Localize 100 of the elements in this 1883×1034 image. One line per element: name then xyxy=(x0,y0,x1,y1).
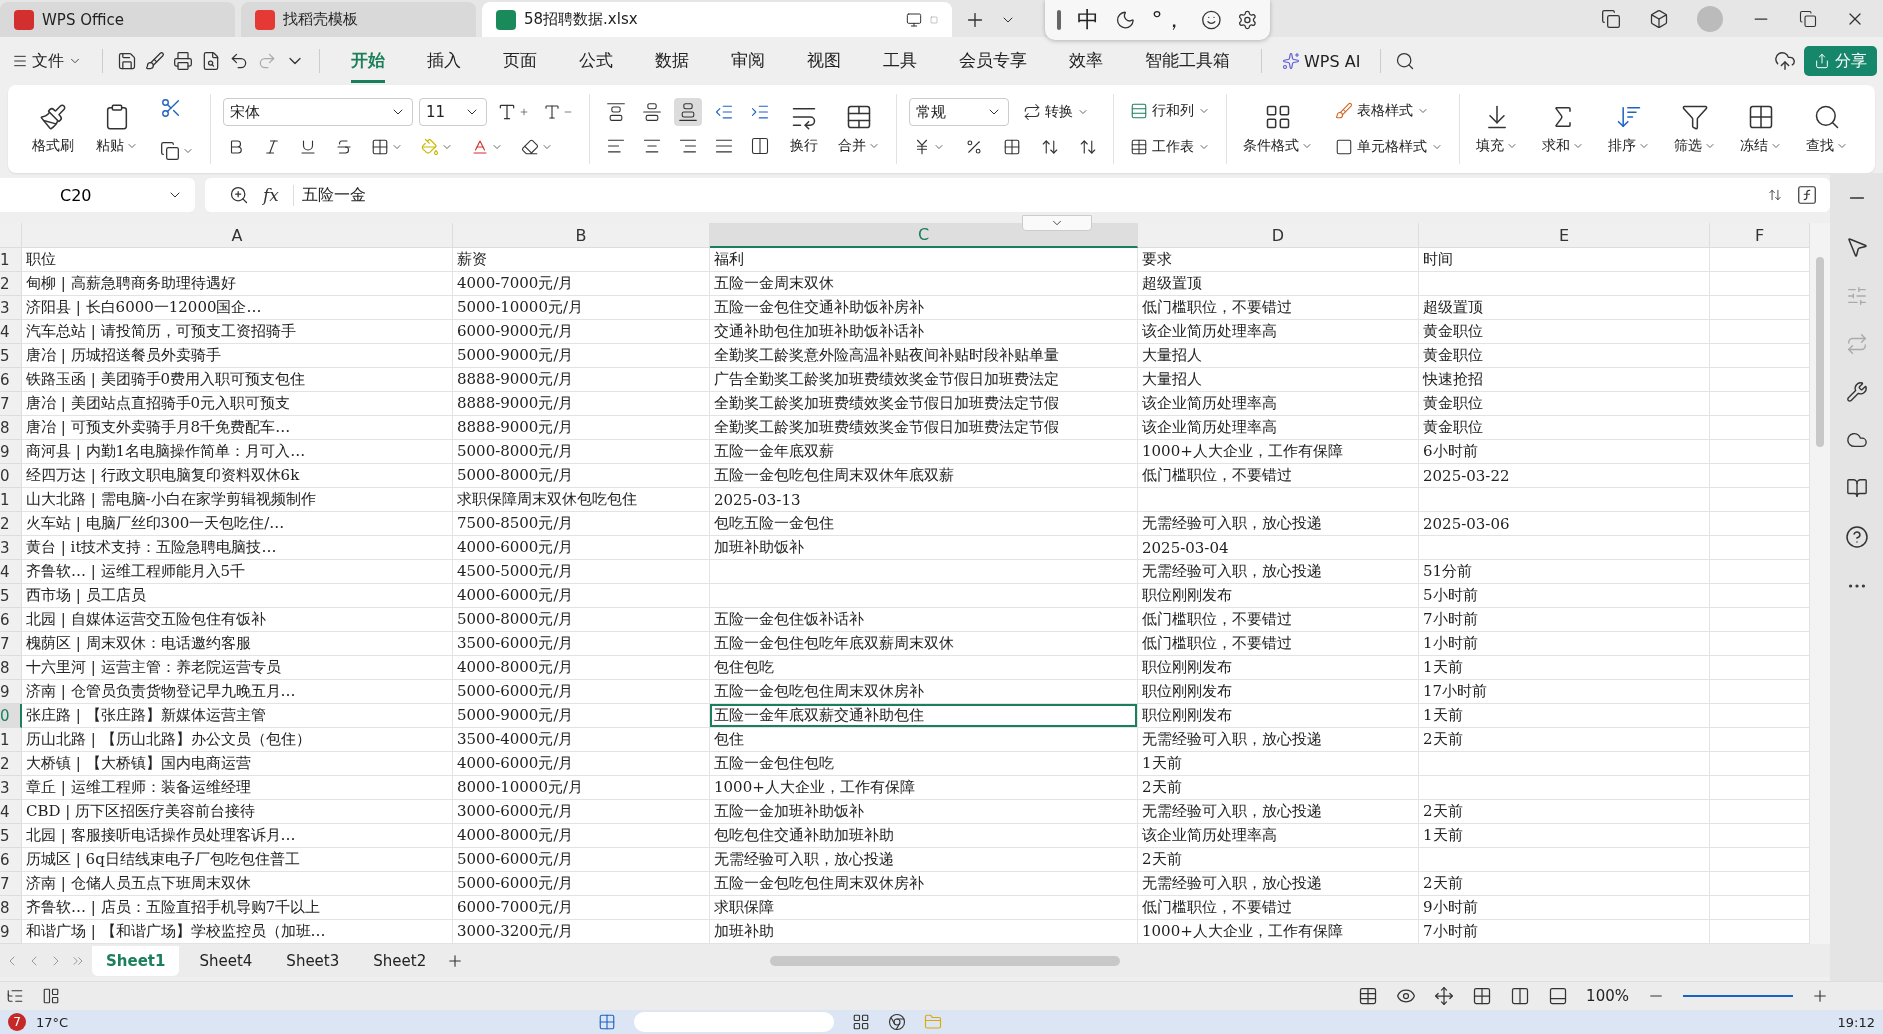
sheet-tab[interactable]: Sheet3 xyxy=(272,945,354,976)
column-header[interactable]: A xyxy=(22,223,453,248)
table-cell[interactable]: 5000-8000元/月 xyxy=(453,464,710,488)
freeze-button[interactable]: 冻结 xyxy=(1736,101,1786,157)
table-cell[interactable]: 无需经验可入职，放心投递 xyxy=(1138,728,1419,752)
table-cell[interactable]: 五险一金包吃包住周末双休房补 xyxy=(710,680,1138,704)
normal-view-icon[interactable] xyxy=(1472,986,1493,1006)
table-cell[interactable]: 职位刚刚发布 xyxy=(1138,704,1419,728)
table-cell[interactable]: 超级置顶 xyxy=(1419,296,1710,320)
table-cell[interactable]: 5000-8000元/月 xyxy=(453,608,710,632)
convert-icon[interactable] xyxy=(1845,333,1868,355)
table-cell[interactable]: 五险一金包住包吃年底双薪周末双休 xyxy=(710,632,1138,656)
panel-icon[interactable] xyxy=(42,987,60,1005)
font-name-select[interactable]: 宋体 xyxy=(223,98,413,126)
table-cell[interactable]: 济南 | 仓储人员五点下班周末双休 xyxy=(22,872,453,896)
table-cell[interactable]: 十六里河 | 运营主管：养老院运营专员 xyxy=(22,656,453,680)
table-cell[interactable]: 交通补助包住加班补助饭补话补 xyxy=(710,320,1138,344)
table-cell[interactable]: 济南 | 仓管员负责货物登记早九晚五月… xyxy=(22,680,453,704)
table-cell[interactable]: 黄金职位 xyxy=(1419,416,1710,440)
table-cell[interactable]: 2025-03-13 xyxy=(710,488,1138,512)
font-size-select[interactable]: 11 xyxy=(419,98,487,126)
punctuation-toggle[interactable]: °， xyxy=(1151,5,1185,35)
table-cell[interactable]: 2天前 xyxy=(1138,848,1419,872)
table-cell[interactable]: 求职保障 xyxy=(710,896,1138,920)
table-cell[interactable]: 2025-03-22 xyxy=(1419,464,1710,488)
table-cell[interactable]: 五险一金包住饭补话补 xyxy=(710,608,1138,632)
ribbon-tab[interactable]: 视图 xyxy=(807,39,841,83)
table-cell[interactable]: 2025-03-06 xyxy=(1419,512,1710,536)
zoom-in-icon[interactable] xyxy=(1811,987,1829,1005)
document-tab[interactable]: 找稻壳模板 xyxy=(241,2,476,37)
table-cell[interactable]: 五险一金包吃包住周末双休年底双薪 xyxy=(710,464,1138,488)
row-header[interactable]: 1 xyxy=(0,248,22,272)
table-cell[interactable]: 6小时前 xyxy=(1419,440,1710,464)
table-cell[interactable]: 1小时前 xyxy=(1419,632,1710,656)
empty-cell[interactable] xyxy=(1419,272,1710,296)
row-header[interactable]: 5 xyxy=(0,344,22,368)
table-cell[interactable]: 全勤奖工龄奖意外险高温补贴夜间补贴时段补贴单量 xyxy=(710,344,1138,368)
table-cell[interactable]: 3500-4000元/月 xyxy=(453,728,710,752)
name-box[interactable]: C20 xyxy=(0,178,195,212)
redo-icon[interactable] xyxy=(257,51,277,71)
table-cell[interactable]: 2天前 xyxy=(1138,776,1419,800)
table-style-button[interactable]: 表格样式 xyxy=(1331,100,1447,122)
conditional-format-button[interactable]: 条件格式 xyxy=(1239,101,1317,157)
scrollbar-thumb[interactable] xyxy=(1816,257,1824,447)
table-cell[interactable]: 时间 xyxy=(1419,248,1710,272)
table-cell[interactable]: 历城区 | 6q日结线束电子厂包吃包住普工 xyxy=(22,848,453,872)
table-cell[interactable]: 8888-9000元/月 xyxy=(453,392,710,416)
table-cell[interactable]: 黄台 | it技术支持：五险急聘电脑技… xyxy=(22,536,453,560)
empty-cell[interactable] xyxy=(1419,848,1710,872)
table-cell[interactable]: 低门槛职位，不要错过 xyxy=(1138,632,1419,656)
table-cell[interactable]: 包吃五险一金包住 xyxy=(710,512,1138,536)
table-cell[interactable]: 唐冶 | 历城招送餐员外卖骑手 xyxy=(22,344,453,368)
table-cell[interactable]: 商河县 | 内勤1名电脑操作简单：月可入… xyxy=(22,440,453,464)
table-cell[interactable]: 4000-6000元/月 xyxy=(453,752,710,776)
empty-cell[interactable] xyxy=(1419,488,1710,512)
table-cell[interactable]: 4000-6000元/月 xyxy=(453,536,710,560)
row-header[interactable]: 7 xyxy=(0,632,22,656)
table-cell[interactable]: 五险一金年底双薪 xyxy=(710,440,1138,464)
table-cell[interactable]: 唐冶 | 美团站点直招骑手0元入职可预支 xyxy=(22,392,453,416)
table-cell[interactable]: 张庄路 | 【张庄路】新媒体运营主管 xyxy=(22,704,453,728)
table-cell[interactable]: 职位刚刚发布 xyxy=(1138,680,1419,704)
column-header[interactable]: D xyxy=(1138,223,1419,248)
zoom-level[interactable]: 100% xyxy=(1586,987,1629,1005)
tools-icon[interactable] xyxy=(1845,381,1868,403)
table-cell[interactable]: 济阳县 | 长白6000一12000国企… xyxy=(22,296,453,320)
table-cell[interactable]: 4500-5000元/月 xyxy=(453,560,710,584)
table-cell[interactable]: 超级置顶 xyxy=(1138,272,1419,296)
empty-cell[interactable] xyxy=(710,560,1138,584)
table-cell[interactable]: 五险一金年底双薪交通补助包住 xyxy=(710,704,1138,728)
input-mode-toggle[interactable]: 中 xyxy=(1076,5,1099,35)
table-cell[interactable]: 1000+人大企业，工作有保障 xyxy=(710,776,1138,800)
row-header[interactable]: 3 xyxy=(0,536,22,560)
table-cell[interactable]: 加班补助饭补 xyxy=(710,536,1138,560)
table-cell[interactable]: 低门槛职位，不要错过 xyxy=(1138,608,1419,632)
row-header[interactable]: 8 xyxy=(0,656,22,680)
table-cell[interactable]: 8888-9000元/月 xyxy=(453,416,710,440)
ai-button[interactable]: WPS AI xyxy=(1276,47,1367,75)
table-cell[interactable]: 五险一金加班补助饭补 xyxy=(710,800,1138,824)
drag-handle-icon[interactable] xyxy=(1057,10,1061,30)
sheet-tab[interactable]: Sheet2 xyxy=(359,945,441,976)
table-cell[interactable]: 齐鲁软… | 店员：五险直招手机导购7千以上 xyxy=(22,896,453,920)
table-cell[interactable]: 包住包吃 xyxy=(710,656,1138,680)
table-cell[interactable]: 要求 xyxy=(1138,248,1419,272)
table-cell[interactable]: CBD | 历下区招医疗美容前台接待 xyxy=(22,800,453,824)
empty-cell[interactable] xyxy=(1419,536,1710,560)
table-cell[interactable]: 8000-10000元/月 xyxy=(453,776,710,800)
ribbon-tab[interactable]: 数据 xyxy=(655,39,689,83)
table-cell[interactable]: 6000-7000元/月 xyxy=(453,896,710,920)
sliders-icon[interactable] xyxy=(1845,285,1868,307)
table-cell[interactable]: 5000-6000元/月 xyxy=(453,872,710,896)
table-cell[interactable]: 五险一金包住交通补助饭补房补 xyxy=(710,296,1138,320)
table-cell[interactable]: 2天前 xyxy=(1419,800,1710,824)
table-cell[interactable]: 5000-9000元/月 xyxy=(453,704,710,728)
column-header[interactable]: F xyxy=(1710,223,1810,248)
book-icon[interactable] xyxy=(1845,477,1868,499)
collapse-toggle[interactable] xyxy=(1022,215,1092,231)
ribbon-tab[interactable]: 会员专享 xyxy=(959,39,1027,83)
find-button[interactable]: 查找 xyxy=(1802,101,1852,157)
share-button[interactable]: 分享 xyxy=(1804,46,1877,76)
row-header[interactable]: 0 xyxy=(0,704,22,728)
